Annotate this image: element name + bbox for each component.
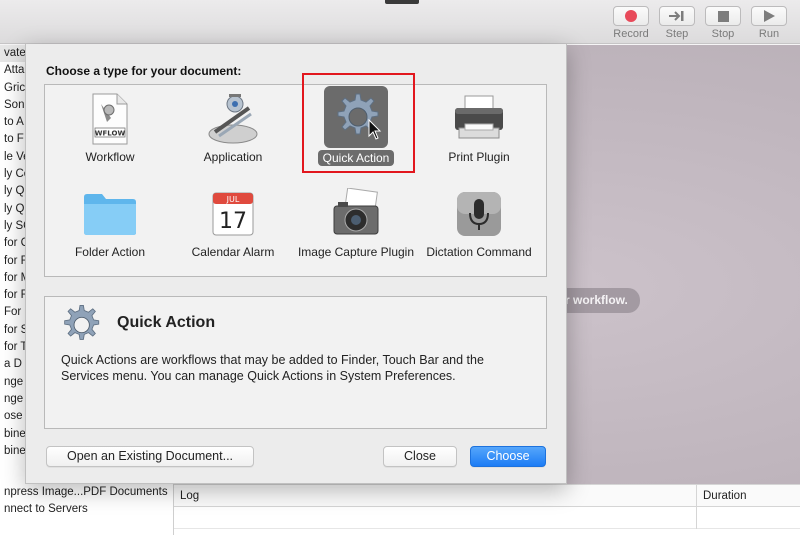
- document-type-grid: WFLOW Workflow Application Quick Action …: [44, 84, 547, 277]
- choose-button[interactable]: Choose: [470, 446, 546, 467]
- stop-label: Stop: [711, 28, 735, 40]
- camera-icon: [333, 188, 379, 235]
- run-label: Run: [758, 28, 780, 40]
- list-item[interactable]: npress Image...PDF Documents: [0, 484, 173, 501]
- log-panel: Log Duration: [174, 484, 800, 535]
- document-type-sheet: Choose a type for your document: WFLOW W…: [25, 44, 567, 484]
- calendar-day: 17: [219, 209, 247, 234]
- step-icon: [669, 11, 684, 21]
- calendar-month: JUL: [226, 195, 240, 204]
- actions-library-list-bottom[interactable]: npress Image...PDF Documents nnect to Se…: [0, 484, 174, 535]
- stop-button[interactable]: Stop: [703, 6, 743, 43]
- record-button[interactable]: Record: [611, 6, 651, 43]
- type-label: Print Plugin: [448, 150, 510, 164]
- type-quick-action[interactable]: Quick Action: [296, 86, 416, 166]
- record-icon: [625, 10, 637, 22]
- description-text: Quick Actions are workflows that may be …: [61, 353, 484, 383]
- type-folder-action[interactable]: Folder Action: [50, 185, 170, 259]
- camera-notch: [385, 0, 419, 4]
- type-workflow[interactable]: WFLOW Workflow: [50, 90, 170, 164]
- type-print-plugin[interactable]: Print Plugin: [419, 90, 539, 164]
- window-toolbar: Record Step Stop Run: [0, 0, 800, 44]
- workflow-hint: r workflow.: [555, 288, 640, 313]
- workflow-document-icon: WFLOW: [92, 93, 128, 145]
- run-button[interactable]: Run: [749, 6, 789, 43]
- type-label: Workflow: [85, 150, 135, 164]
- open-existing-document-button[interactable]: Open an Existing Document...: [46, 446, 254, 467]
- step-label: Step: [665, 28, 689, 40]
- wflow-tag: WFLOW: [95, 130, 126, 138]
- type-image-capture-plugin[interactable]: Image Capture Plugin: [296, 185, 416, 259]
- application-robot-icon: [208, 94, 258, 144]
- type-description-panel: Quick Action Quick Actions are workflows…: [44, 296, 547, 429]
- printer-icon: [455, 95, 503, 139]
- step-button[interactable]: Step: [657, 6, 697, 43]
- type-label: Application: [203, 150, 263, 164]
- folder-icon: [84, 194, 136, 235]
- description-title: Quick Action: [117, 314, 216, 331]
- sheet-title: Choose a type for your document:: [46, 64, 242, 78]
- duration-column-header[interactable]: Duration: [696, 485, 800, 507]
- calendar-icon: JUL 17: [212, 192, 254, 236]
- type-calendar-alarm[interactable]: JUL 17 Calendar Alarm: [173, 185, 293, 259]
- type-label: Calendar Alarm: [191, 245, 275, 259]
- type-label: Image Capture Plugin: [297, 245, 415, 259]
- gear-icon: [64, 304, 100, 340]
- type-label: Quick Action: [317, 150, 395, 166]
- record-label: Record: [613, 28, 649, 40]
- close-button[interactable]: Close: [383, 446, 457, 467]
- type-dictation-command[interactable]: Dictation Command: [419, 185, 539, 259]
- log-column-header[interactable]: Log: [180, 485, 199, 507]
- microphone-icon: [457, 192, 501, 236]
- gear-icon: [337, 93, 382, 140]
- stop-icon: [717, 10, 729, 22]
- type-label: Folder Action: [74, 245, 146, 259]
- log-header: Log Duration: [174, 485, 800, 507]
- type-application[interactable]: Application: [173, 90, 293, 164]
- list-item[interactable]: nnect to Servers: [0, 501, 173, 518]
- type-label: Dictation Command: [426, 245, 532, 259]
- run-icon: [763, 10, 775, 22]
- log-row: [174, 507, 800, 529]
